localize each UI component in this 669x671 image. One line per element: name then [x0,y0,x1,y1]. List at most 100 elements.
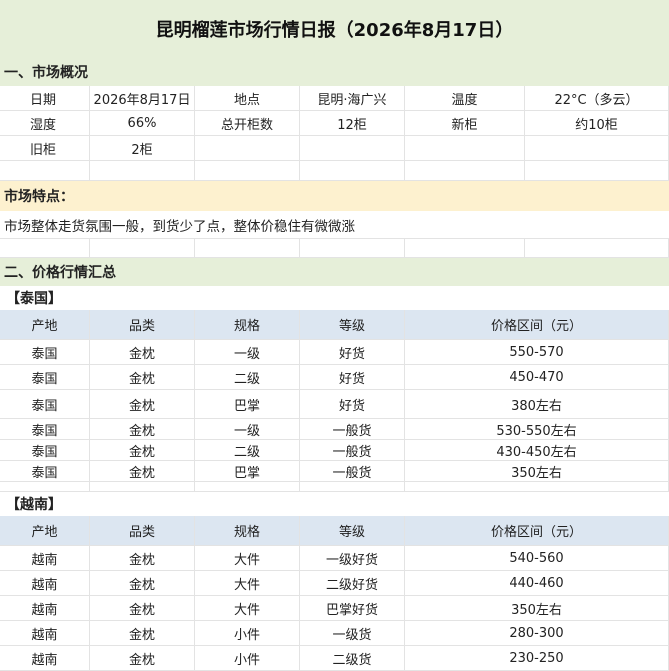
table-row: 越南 金枕 小件 一级货 280-300 [0,621,669,646]
overview-cell [525,136,669,160]
table-row: 泰国 金枕 一级 好货 550-570 [0,340,669,365]
overview-cell: 约10柜 [525,111,669,135]
column-header: 规格 [195,310,300,339]
table-cell: 一级货 [300,621,405,645]
overview-cell: 温度 [405,86,525,110]
features-heading: 市场特点： [0,181,669,211]
table-cell: 440-460 [405,571,669,595]
table-cell: 二级货 [300,646,405,670]
table-cell: 越南 [0,621,90,645]
table-cell: 泰国 [0,390,90,418]
table-cell: 280-300 [405,621,669,645]
table-cell: 好货 [300,390,405,418]
table-cell: 越南 [0,596,90,620]
overview-cell: 2柜 [90,136,195,160]
table-cell: 大件 [195,546,300,570]
prices-heading: 二、价格行情汇总 [0,258,669,286]
vietnam-label: 【越南】 [6,497,62,513]
table-cell: 金枕 [90,621,195,645]
overview-cell: 2026年8月17日 [90,86,195,110]
table-row: 泰国 金枕 二级 好货 450-470 [0,365,669,390]
column-header: 产地 [0,516,90,545]
table-cell: 金枕 [90,340,195,364]
table-row: 越南 金枕 小件 二级货 230-250 [0,646,669,671]
table-cell: 巴掌 [195,461,300,481]
table-cell: 巴掌 [195,390,300,418]
table-cell: 二级好货 [300,571,405,595]
table-cell: 大件 [195,571,300,595]
overview-heading: 一、市场概况 [0,58,669,86]
table-cell: 泰国 [0,419,90,439]
table-cell: 越南 [0,546,90,570]
table-cell: 530-550左右 [405,419,669,439]
table-cell: 金枕 [90,440,195,460]
table-cell: 金枕 [90,461,195,481]
table-cell: 一般货 [300,461,405,481]
table-cell: 金枕 [90,419,195,439]
overview-cell: 地点 [195,86,300,110]
thailand-label: 【泰国】 [6,291,62,307]
overview-cell: 昆明·海广兴 [300,86,405,110]
thailand-header-row: 产地 品类 规格 等级 价格区间（元） [0,310,669,340]
overview-cell: 新柜 [405,111,525,135]
table-row: 越南 金枕 大件 二级好货 440-460 [0,571,669,596]
table-cell: 金枕 [90,646,195,670]
column-header: 规格 [195,516,300,545]
column-header: 品类 [90,516,195,545]
column-header: 价格区间（元） [405,310,669,339]
vietnam-header-row: 产地 品类 规格 等级 价格区间（元） [0,516,669,546]
overview-cell [195,136,300,160]
table-row: 泰国 金枕 巴掌 一般货 350左右 [0,461,669,482]
table-cell: 350左右 [405,461,669,481]
table-cell: 越南 [0,571,90,595]
spacer-row [0,482,669,492]
report-sheet: 昆明榴莲市场行情日报（2026年8月17日） 一、市场概况 日期 2026年8月… [0,0,669,671]
column-header: 品类 [90,310,195,339]
table-cell: 金枕 [90,390,195,418]
table-cell: 230-250 [405,646,669,670]
report-title: 昆明榴莲市场行情日报（2026年8月17日） [0,0,669,59]
table-cell: 好货 [300,340,405,364]
overview-row: 湿度 66% 总开柜数 12柜 新柜 约10柜 [0,111,669,136]
table-cell: 金枕 [90,365,195,389]
overview-cell [300,136,405,160]
spacer-row [0,161,669,181]
table-cell: 好货 [300,365,405,389]
table-row: 泰国 金枕 二级 一般货 430-450左右 [0,440,669,461]
table-cell: 金枕 [90,596,195,620]
column-header: 等级 [300,310,405,339]
table-cell: 泰国 [0,440,90,460]
spacer-row [0,238,669,258]
table-cell: 小件 [195,621,300,645]
table-cell: 一级好货 [300,546,405,570]
column-header: 产地 [0,310,90,339]
table-row: 越南 金枕 大件 一级好货 540-560 [0,546,669,571]
table-row: 泰国 金枕 一级 一般货 530-550左右 [0,419,669,440]
overview-cell: 日期 [0,86,90,110]
table-cell: 小件 [195,646,300,670]
table-cell: 金枕 [90,546,195,570]
table-cell: 540-560 [405,546,669,570]
table-cell: 越南 [0,646,90,670]
table-cell: 350左右 [405,596,669,620]
overview-cell [405,136,525,160]
table-row: 泰国 金枕 巴掌 好货 380左右 [0,390,669,419]
table-cell: 金枕 [90,571,195,595]
table-cell: 一般货 [300,419,405,439]
overview-row: 旧柜 2柜 [0,136,669,161]
table-cell: 一级 [195,340,300,364]
table-cell: 泰国 [0,340,90,364]
table-cell: 泰国 [0,461,90,481]
table-cell: 450-470 [405,365,669,389]
table-cell: 一般货 [300,440,405,460]
table-cell: 一级 [195,419,300,439]
table-cell: 泰国 [0,365,90,389]
table-cell: 巴掌好货 [300,596,405,620]
table-cell: 380左右 [405,390,669,418]
table-cell: 430-450左右 [405,440,669,460]
overview-cell: 总开柜数 [195,111,300,135]
overview-cell: 66% [90,111,195,135]
table-cell: 二级 [195,365,300,389]
column-header: 价格区间（元） [405,516,669,545]
table-row: 越南 金枕 大件 巴掌好货 350左右 [0,596,669,621]
